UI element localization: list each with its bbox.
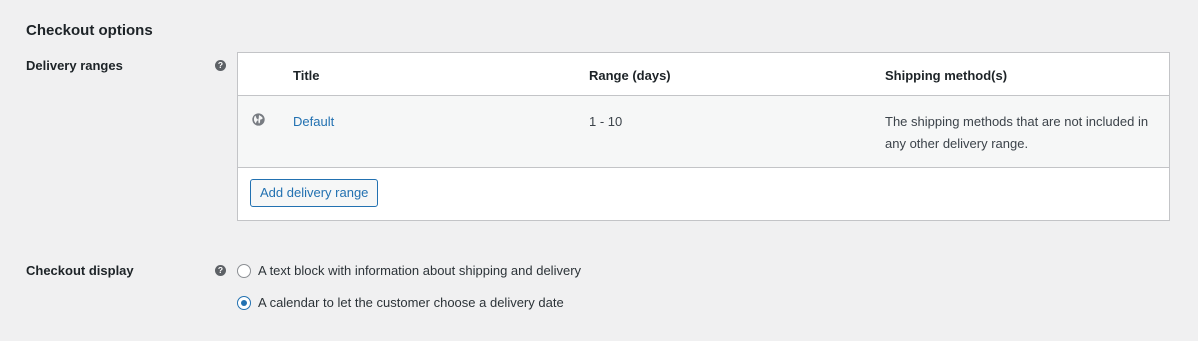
delivery-ranges-label: Delivery ranges — [26, 58, 123, 73]
column-header-shipping-methods: Shipping method(s) — [885, 68, 1008, 83]
radio-label: A text block with information about ship… — [258, 263, 582, 278]
section-title: Checkout options — [26, 22, 153, 39]
checkout-display-label: Checkout display — [26, 263, 134, 278]
table-header: Title Range (days) Shipping method(s) — [238, 53, 1169, 96]
add-delivery-range-button[interactable]: Add delivery range — [250, 179, 379, 207]
question-circle-icon[interactable]: ? — [215, 265, 226, 276]
delivery-ranges-table: Title Range (days) Shipping method(s) De… — [237, 52, 1170, 221]
shipping-methods-value: The shipping methods that are not includ… — [885, 114, 1149, 151]
radio-button[interactable] — [237, 263, 251, 278]
column-header-range: Range (days) — [589, 68, 671, 83]
radio-option-calendar[interactable]: A calendar to let the customer choose a … — [237, 295, 564, 310]
globe-icon — [252, 113, 265, 126]
radio-label: A calendar to let the customer choose a … — [258, 295, 564, 310]
radio-button-selected[interactable] — [237, 295, 251, 310]
range-title-link[interactable]: Default — [293, 114, 334, 129]
table-row: Default 1 - 10 The shipping methods that… — [238, 96, 1169, 168]
radio-option-text-block[interactable]: A text block with information about ship… — [237, 263, 581, 278]
column-header-title: Title — [293, 68, 320, 83]
range-days-value: 1 - 10 — [589, 114, 623, 129]
question-circle-icon[interactable]: ? — [215, 60, 226, 71]
